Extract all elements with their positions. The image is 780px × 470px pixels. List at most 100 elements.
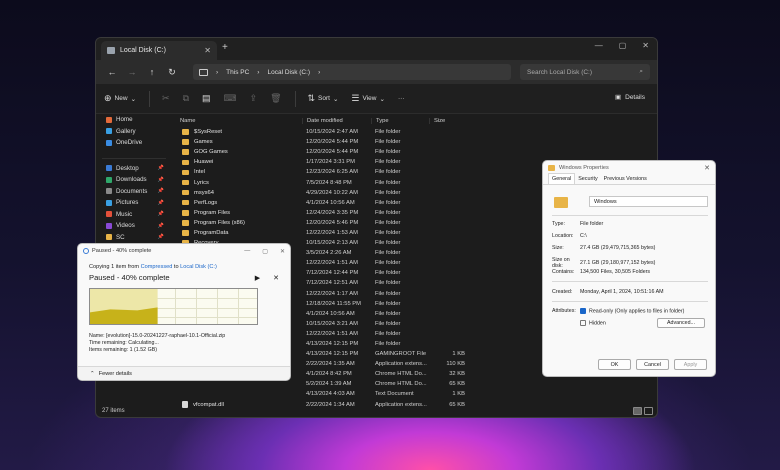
file-type-cell: File folder [375, 341, 401, 348]
address-bar[interactable]: › This PC › Local Disk (C:) › [193, 64, 511, 80]
share-button[interactable]: ⇪ [250, 93, 258, 104]
source-link[interactable]: Compressed [141, 264, 173, 270]
more-icon: ··· [397, 95, 405, 102]
prop-row-size: Size: 27.4 GB (29,479,715,365 bytes) [552, 245, 708, 251]
column-name[interactable]: Name [176, 118, 302, 124]
minimize-button[interactable]: — [595, 41, 603, 50]
sidebar-item[interactable]: Gallery [96, 126, 172, 138]
sidebar-item[interactable]: Desktop 📌 [96, 163, 172, 175]
time-remaining-line: Time remaining: Calculating... [89, 339, 159, 346]
chevron-up-icon: ⌃ [90, 370, 95, 377]
items-remaining-line: Items remaining: 1 (1.52 GB) [89, 346, 158, 353]
file-name-cell: $SysReset [176, 129, 302, 135]
file-type-cell: File folder [375, 250, 401, 257]
delete-button[interactable]: 🗑 [270, 93, 281, 104]
prop-value: 27.1 GB (29,180,977,152 bytes) [580, 260, 656, 266]
details-view-button[interactable] [633, 407, 642, 415]
sidebar-item[interactable]: Videos 📌 [96, 220, 172, 232]
forward-button[interactable]: → [122, 67, 142, 77]
properties-tabs: General Security Previous Versions [543, 173, 715, 185]
folder-icon [182, 189, 189, 196]
sidebar-item-label: SC [116, 233, 125, 241]
folder-icon [182, 159, 189, 166]
tab-security[interactable]: Security [575, 176, 600, 184]
sidebar-item[interactable]: Documents 📌 [96, 186, 172, 198]
readonly-checkbox[interactable] [580, 308, 586, 314]
file-date-cell: 4/13/2024 4:03 AM [306, 391, 355, 398]
pin-icon: 📌 [157, 222, 164, 229]
close-window-button[interactable]: ✕ [642, 41, 649, 50]
file-date-cell: 7/5/2024 8:48 PM [306, 179, 352, 186]
file-name: PerfLogs [194, 199, 218, 206]
file-name-cell: PerfLogs [176, 200, 302, 206]
fewer-details-button[interactable]: ⌃ Fewer details [78, 366, 290, 380]
minimize-button[interactable]: — [244, 248, 250, 255]
resume-button[interactable]: ▶ [255, 274, 260, 282]
file-type-cell: GAMINGROOT File [375, 351, 427, 358]
cancel-button[interactable]: Cancel [636, 359, 669, 370]
folder-name-input[interactable]: Windows [589, 196, 708, 207]
table-row[interactable]: $SysReset 10/15/2024 2:47 AM File folder [176, 127, 657, 137]
details-pane-button[interactable]: ▣ Details [615, 93, 645, 102]
up-button[interactable]: ↑ [142, 67, 162, 77]
prop-row-type: Type: File folder [552, 221, 708, 227]
file-type-cell: Chrome HTML Do... [375, 371, 427, 378]
table-row[interactable]: GOG Games 12/20/2024 5:44 PM File folder [176, 147, 657, 157]
maximize-button[interactable]: ▢ [262, 248, 268, 255]
prop-row-size-on-disk: Size on disk: 27.1 GB (29,180,977,152 byt… [552, 257, 708, 269]
copying-line: Copying 1 item from Compressed to Local … [78, 258, 290, 270]
monitor-icon [199, 68, 208, 76]
table-row[interactable]: Games 12/20/2024 5:44 PM File folder [176, 137, 657, 147]
back-button[interactable]: ← [102, 67, 122, 77]
pin-icon: 📌 [157, 234, 164, 241]
tab-general[interactable]: General [548, 173, 576, 184]
breadcrumb-local-disk[interactable]: Local Disk (C:) [267, 69, 310, 76]
more-button[interactable]: ··· [398, 95, 405, 102]
ok-button[interactable]: OK [598, 359, 631, 370]
folder-icon [106, 199, 112, 206]
table-row[interactable]: 4/13/2024 4:03 AM Text Document 1 KB [176, 389, 657, 399]
hidden-label: Hidden [589, 320, 606, 327]
sidebar-item[interactable]: Downloads 📌 [96, 174, 172, 186]
tab-previous-versions[interactable]: Previous Versions [601, 176, 650, 184]
destination-link[interactable]: Local Disk (C:) [180, 264, 217, 270]
paste-button[interactable]: ▤ [202, 93, 211, 104]
prop-key: Contains: [552, 269, 575, 275]
sidebar-item[interactable]: Pictures 📌 [96, 197, 172, 209]
column-date[interactable]: Date modified [302, 117, 371, 124]
column-size[interactable]: Size [429, 117, 467, 124]
advanced-button[interactable]: Advanced... [657, 318, 705, 328]
hidden-checkbox[interactable] [580, 320, 586, 326]
copy-button[interactable]: ⧉ [183, 93, 189, 104]
folder-icon [182, 179, 189, 186]
close-tab-icon[interactable]: ✕ [204, 46, 211, 55]
sidebar-item[interactable]: OneDrive [96, 137, 172, 149]
search-input[interactable]: Search Local Disk (C:) ⌕ [520, 64, 650, 80]
sort-button[interactable]: ⇅ Sort ⌄ [308, 93, 339, 104]
sidebar-item[interactable]: Music 📌 [96, 209, 172, 221]
explorer-tab[interactable]: Local Disk (C:) ✕ [101, 41, 217, 60]
refresh-button[interactable]: ↻ [162, 67, 182, 78]
new-tab-button[interactable]: + [222, 42, 228, 53]
rename-button[interactable]: ⌨ [224, 93, 237, 104]
sidebar-item[interactable]: SC 📌 [96, 232, 172, 244]
cut-button[interactable]: ✂ [162, 93, 170, 104]
breadcrumb-this-pc[interactable]: This PC [226, 69, 249, 76]
view-button[interactable]: ☰ View ⌄ [351, 93, 385, 104]
file-date-cell: 12/22/2024 1:51 AM [306, 260, 358, 267]
close-window-button[interactable]: ✕ [280, 248, 285, 255]
sidebar-item-label: OneDrive [116, 139, 143, 147]
maximize-button[interactable]: ▢ [619, 41, 627, 50]
new-button[interactable]: ⊕ New ⌄ [104, 93, 136, 104]
close-window-button[interactable]: ✕ [704, 164, 710, 172]
file-name-cell: Intel [176, 169, 302, 175]
file-type-cell: File folder [375, 280, 401, 287]
apply-button[interactable]: Apply [674, 359, 707, 370]
fewer-details-label: Fewer details [98, 370, 132, 377]
file-name-cell: GOG Games [176, 149, 302, 155]
sidebar-item[interactable]: Home [96, 114, 172, 126]
file-type-cell: File folder [375, 189, 401, 196]
tiles-view-button[interactable] [644, 407, 653, 415]
cancel-copy-button[interactable]: ✕ [273, 274, 279, 282]
column-type[interactable]: Type [371, 117, 429, 124]
